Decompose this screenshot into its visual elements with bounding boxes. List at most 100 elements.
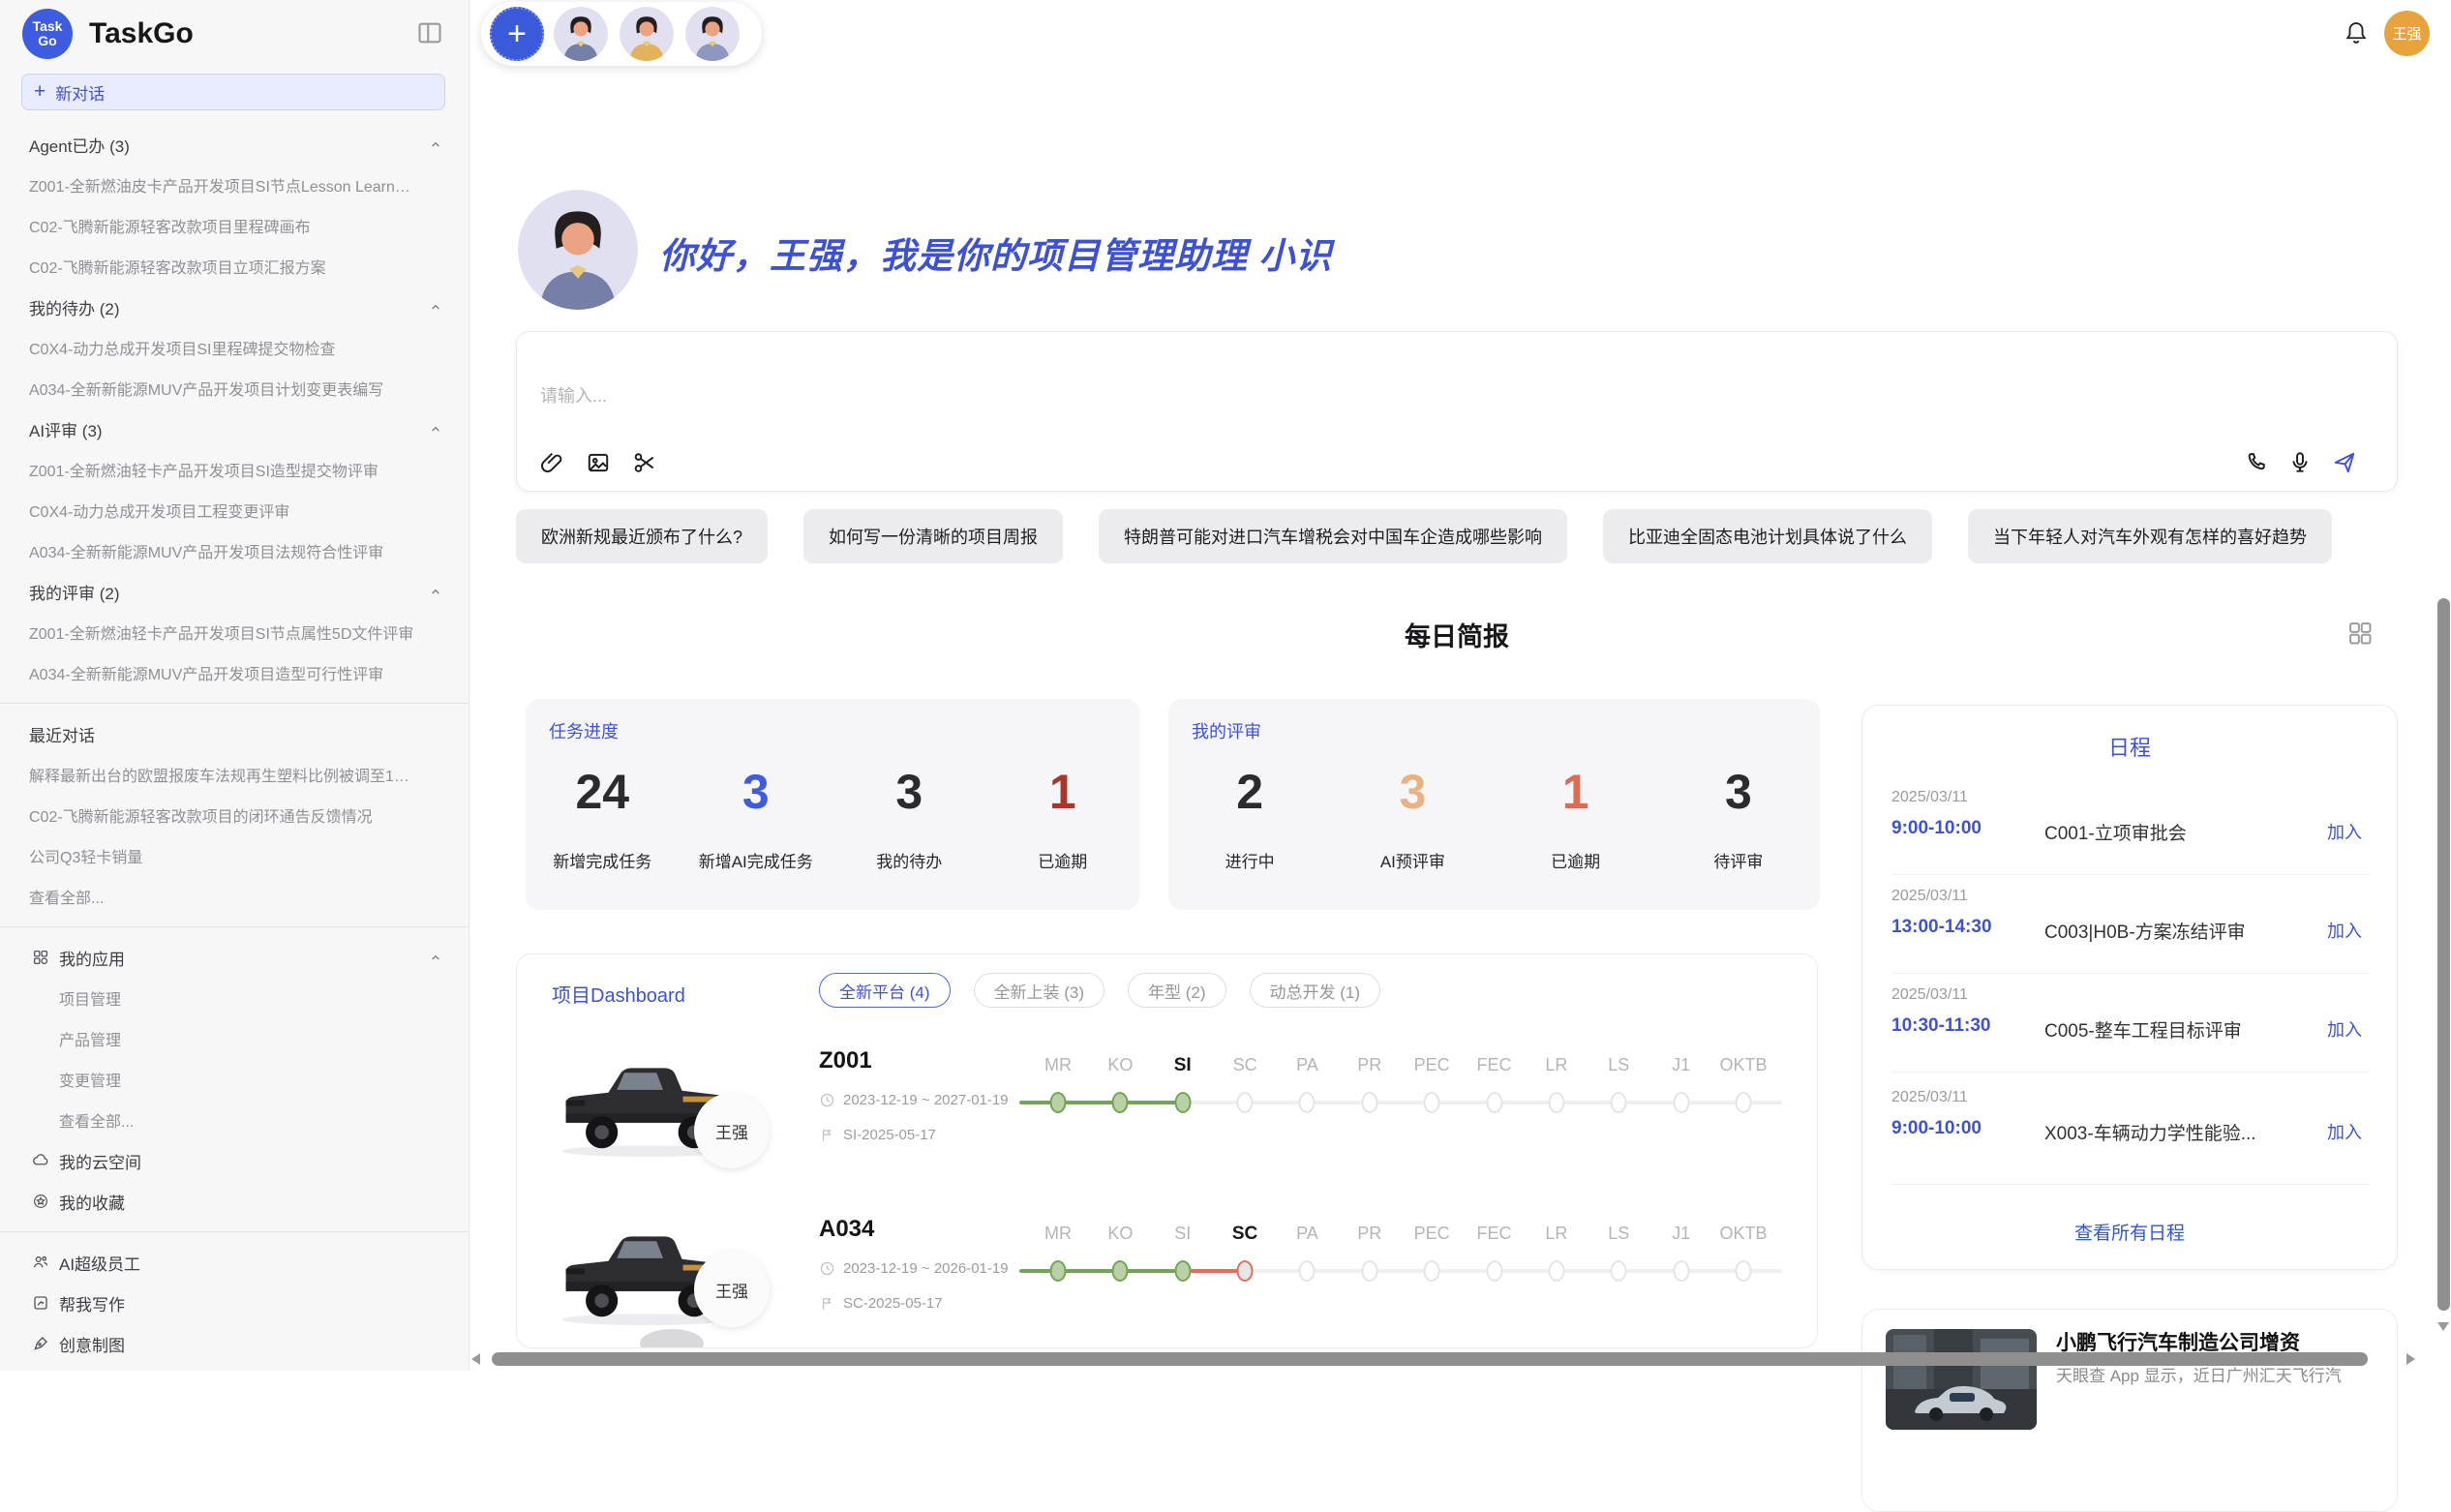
ai-staff-label: AI超级员工 — [59, 1251, 140, 1275]
sidebar-task-item[interactable]: C02-飞腾新能源轻客改款项目立项汇报方案 — [0, 246, 469, 287]
event-join-link[interactable]: 加入 — [2327, 918, 2362, 943]
task-item-label: Z001-全新燃油轻卡产品开发项目SI节点属性5D文件评审 — [29, 620, 413, 644]
session-avatar-3[interactable] — [685, 7, 740, 61]
sidebar-task-item[interactable]: C02-飞腾新能源轻客改款项目里程碑画布 — [0, 205, 469, 246]
sidebar-section-header-1[interactable]: 我的待办 (2) — [0, 287, 469, 327]
sidebar: Task Go TaskGo + 新对话 Agent已办 (3)Z001-全新燃… — [0, 0, 469, 1371]
chat-input[interactable] — [540, 386, 2089, 407]
milestone-node-PA — [1299, 1260, 1316, 1282]
suggestion-chip[interactable]: 比亚迪全固态电池计划具体说了什么 — [1603, 509, 1932, 563]
panel-toggle-icon[interactable] — [416, 19, 443, 46]
stat-item: 3AI预评审 — [1331, 755, 1494, 872]
vertical-scrollbar[interactable] — [2437, 598, 2450, 1311]
sidebar-item-ai-staff[interactable]: AI超级员工 — [0, 1242, 469, 1283]
milestone-label-PEC: PEC — [1414, 1224, 1450, 1244]
sidebar-task-item[interactable]: Z001-全新燃油轻卡产品开发项目SI节点属性5D文件评审 — [0, 612, 469, 652]
recent-chats-section: 最近对话解释最新出台的欧盟报废车法规再生塑料比例被调至15%...C02-飞腾新… — [0, 713, 469, 917]
milestone-node-FEC — [1486, 1092, 1502, 1113]
recent-chat-item[interactable]: C02-飞腾新能源轻客改款项目的闭环通告反馈情况 — [0, 795, 469, 835]
hscroll-left-arrow-icon[interactable] — [471, 1353, 480, 1365]
sidebar-item-favorites[interactable]: 我的收藏 — [0, 1181, 469, 1222]
dashboard-filter-chip[interactable]: 年型 (2) — [1128, 973, 1226, 1008]
stats-row: 2进行中3AI预评审1已逾期3待评审 — [1168, 755, 1820, 872]
send-icon[interactable] — [2332, 450, 2357, 475]
dashboard-title: 项目Dashboard — [552, 980, 685, 1008]
milestone-label-LS: LS — [1608, 1224, 1629, 1244]
suggestion-chip[interactable]: 如何写一份清晰的项目周报 — [803, 509, 1063, 563]
view-all-schedule-link[interactable]: 查看所有日程 — [1862, 1219, 2397, 1245]
sidebar-task-item[interactable]: Z001-全新燃油皮卡产品开发项目SI节点Lesson Learn报告 — [0, 165, 469, 205]
suggestion-chip[interactable]: 欧洲新规最近颁布了什么? — [516, 509, 768, 563]
news-card[interactable]: 小鹏飞行汽车制造公司增资 天眼查 App 显示，近日广州汇天飞行汽 — [1861, 1309, 2398, 1512]
sidebar-item-creative-draw[interactable]: 创意制图 — [0, 1323, 469, 1364]
chat-composer — [516, 331, 2398, 492]
sidebar-item-help-write[interactable]: 帮我写作 — [0, 1283, 469, 1323]
event-join-link[interactable]: 加入 — [2327, 819, 2362, 844]
sidebar-task-item[interactable]: A034-全新新能源MUV产品开发项目造型可行性评审 — [0, 652, 469, 693]
clock-icon — [819, 1260, 835, 1277]
hscroll-right-arrow-icon[interactable] — [2406, 1353, 2415, 1365]
session-avatar-2[interactable] — [620, 7, 674, 61]
suggestion-chip[interactable]: 当下年轻人对汽车外观有怎样的喜好趋势 — [1968, 509, 2332, 563]
event-join-link[interactable]: 加入 — [2327, 1119, 2362, 1144]
recent-view-all-link[interactable]: 查看全部... — [0, 876, 469, 917]
add-session-button[interactable]: + — [490, 7, 544, 61]
session-avatar-1[interactable] — [554, 7, 608, 61]
milestone-node-LS — [1611, 1092, 1627, 1113]
layout-grid-icon[interactable] — [2346, 620, 2374, 647]
sidebar-task-item[interactable]: A034-全新新能源MUV产品开发项目计划变更表编写 — [0, 368, 469, 408]
horizontal-scrollbar[interactable] — [492, 1352, 2368, 1366]
mic-icon[interactable] — [2287, 450, 2313, 475]
milestone-node-KO — [1112, 1260, 1129, 1282]
sidebar-item-my-apps[interactable]: 我的应用 — [0, 937, 469, 978]
event-time: 9:00-10:00 — [1891, 1118, 1982, 1139]
chevron-up-icon[interactable] — [428, 584, 443, 599]
sidebar-task-item[interactable]: Z001-全新燃油轻卡产品开发项目SI造型提交物评审 — [0, 449, 469, 490]
project-row-Z001[interactable]: 王强Z0012023-12-19 ~ 2027-01-19SI-2025-05-… — [517, 1042, 1818, 1210]
project-row-A034[interactable]: 王强A0342023-12-19 ~ 2026-01-19SC-2025-05-… — [517, 1210, 1818, 1348]
stat-label: 新增AI完成任务 — [680, 848, 833, 872]
stats-row: 24新增完成任务3新增AI完成任务3我的待办1已逾期 — [526, 755, 1139, 872]
recent-chat-item[interactable]: 解释最新出台的欧盟报废车法规再生塑料比例被调至15%... — [0, 754, 469, 795]
sidebar-task-item[interactable]: C0X4-动力总成开发项目SI里程碑提交物检查 — [0, 327, 469, 368]
milestone-label-J1: J1 — [1672, 1224, 1690, 1244]
recent-chat-item[interactable]: 公司Q3轻卡销量 — [0, 835, 469, 876]
scissors-icon[interactable] — [632, 450, 657, 475]
stat-card-title: 我的评审 — [1192, 718, 1261, 743]
milestone-label-OKTB: OKTB — [1719, 1224, 1767, 1244]
stat-label: 新增完成任务 — [526, 848, 680, 872]
apps-view-all-link[interactable]: 查看全部... — [0, 1100, 469, 1140]
clock-icon — [819, 1092, 835, 1108]
sidebar-task-item[interactable]: C0X4-动力总成开发项目工程变更评审 — [0, 490, 469, 530]
chevron-up-icon[interactable] — [428, 950, 443, 965]
apps-grid-icon — [32, 949, 49, 966]
chevron-up-icon[interactable] — [428, 136, 443, 152]
project-flag-date: SC-2025-05-17 — [819, 1295, 943, 1312]
chevron-up-icon[interactable] — [428, 299, 443, 315]
stat-item: 1已逾期 — [1495, 755, 1657, 872]
app-subitem[interactable]: 产品管理 — [0, 1018, 469, 1059]
suggestion-chip[interactable]: 特朗普可能对进口汽车增税会对中国车企造成哪些影响 — [1099, 509, 1567, 563]
app-subitem[interactable]: 项目管理 — [0, 978, 469, 1018]
chevron-up-icon[interactable] — [428, 421, 443, 437]
dashboard-filter-chip[interactable]: 动总开发 (1) — [1250, 973, 1381, 1008]
sidebar-section-header-0[interactable]: Agent已办 (3) — [0, 124, 469, 165]
app-subitem[interactable]: 变更管理 — [0, 1059, 469, 1100]
phone-icon[interactable] — [2245, 450, 2270, 475]
task-item-label: Z001-全新燃油皮卡产品开发项目SI节点Lesson Learn报告 — [29, 173, 416, 197]
paperclip-icon[interactable] — [539, 450, 564, 475]
bell-icon[interactable] — [2343, 19, 2370, 48]
sidebar-section-header-2[interactable]: AI评审 (3) — [0, 408, 469, 449]
dashboard-filter-chip[interactable]: 全新平台 (4) — [819, 973, 951, 1008]
dashboard-filter-chip[interactable]: 全新上装 (3) — [974, 973, 1105, 1008]
new-chat-button[interactable]: + 新对话 — [21, 74, 445, 110]
my-apps-label: 我的应用 — [59, 946, 125, 970]
sidebar-item-cloud-space[interactable]: 我的云空间 — [0, 1140, 469, 1181]
user-avatar[interactable]: 王强 — [2384, 11, 2430, 56]
event-join-link[interactable]: 加入 — [2327, 1016, 2362, 1042]
owner-name: 王强 — [715, 1119, 748, 1143]
vscroll-down-arrow-icon[interactable] — [2437, 1322, 2449, 1331]
sidebar-task-item[interactable]: A034-全新新能源MUV产品开发项目法规符合性评审 — [0, 530, 469, 571]
sidebar-section-header-3[interactable]: 我的评审 (2) — [0, 571, 469, 612]
image-icon[interactable] — [586, 450, 611, 475]
